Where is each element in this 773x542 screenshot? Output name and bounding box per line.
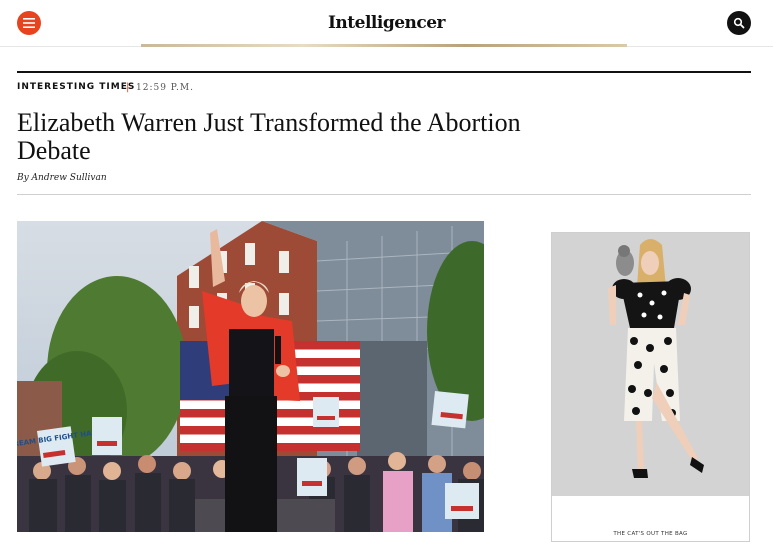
ad-caption-box: THE CAT'S OUT THE BAG	[552, 496, 749, 541]
article-kicker[interactable]: INTERESTING TIMES	[17, 82, 135, 92]
ad-caption: THE CAT'S OUT THE BAG	[613, 531, 688, 537]
kicker-separator: |	[126, 82, 130, 93]
divider	[17, 194, 751, 195]
article-time: 12:59 P.M.	[136, 83, 194, 93]
search-icon	[733, 17, 745, 29]
article-byline[interactable]: By Andrew Sullivan	[17, 173, 107, 183]
ad-image	[552, 233, 749, 498]
banner-ad-strip[interactable]	[141, 44, 627, 47]
site-logo[interactable]: Intelligencer	[0, 13, 773, 33]
rally-photo: DREAM BIG FIGHT HARD	[17, 221, 484, 532]
top-nav-bar: Intelligencer	[0, 0, 773, 47]
article-headline: Elizabeth Warren Just Transformed the Ab…	[17, 108, 521, 165]
hero-image[interactable]: DREAM BIG FIGHT HARD	[17, 221, 484, 532]
sidebar-ad[interactable]: THE CAT'S OUT THE BAG	[551, 232, 750, 542]
divider	[17, 71, 751, 73]
search-button[interactable]	[727, 11, 751, 35]
